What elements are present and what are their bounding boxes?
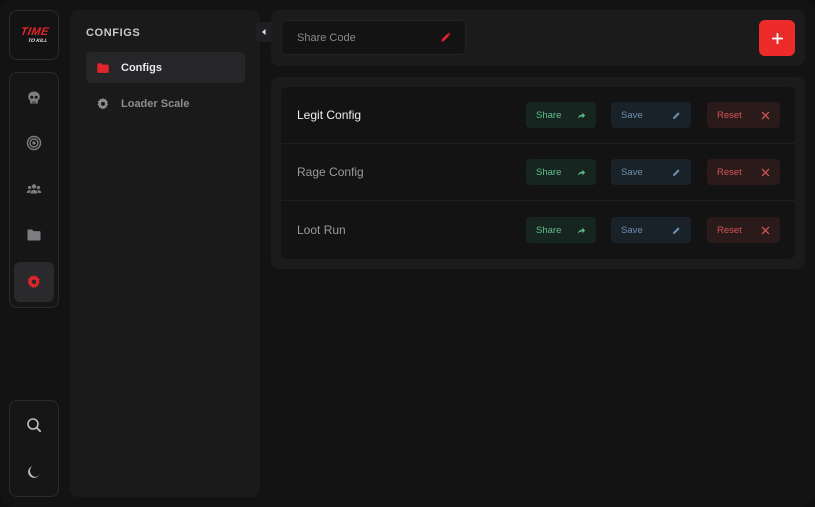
share-code-input[interactable]: Share Code (281, 20, 466, 55)
configs-list: Legit Config Share Save Reset Rage Confi… (281, 87, 795, 259)
rail-target-button[interactable] (14, 123, 54, 163)
save-button[interactable]: Save (611, 217, 691, 243)
share-icon (577, 168, 586, 177)
rail-search-button[interactable] (14, 405, 54, 445)
rail-theme-button[interactable] (14, 452, 54, 492)
pencil-icon (672, 226, 681, 235)
icon-rail-bottom (9, 400, 59, 497)
add-config-button[interactable] (759, 20, 795, 56)
share-button[interactable]: Share (526, 217, 596, 243)
share-label: Share (536, 109, 562, 121)
rail-folder-button[interactable] (14, 215, 54, 255)
reset-button[interactable]: Reset (707, 159, 780, 185)
skull-icon (28, 91, 40, 104)
folder-icon (27, 229, 41, 241)
save-label: Save (621, 166, 643, 178)
config-name: Loot Run (297, 223, 346, 237)
plus-icon (771, 32, 783, 44)
config-name: Legit Config (297, 108, 362, 122)
share-button[interactable]: Share (526, 159, 596, 185)
share-code-placeholder: Share Code (297, 31, 356, 44)
moon-icon (28, 466, 40, 478)
save-label: Save (621, 224, 643, 236)
sidebar-title: CONFIGS (86, 27, 141, 39)
logo-sub-text: TO KILL (27, 37, 48, 44)
chevron-left-icon (262, 29, 266, 35)
sidebar-item-loader-scale[interactable]: Loader Scale (86, 88, 245, 119)
pencil-icon (672, 168, 681, 177)
config-row: Legit Config Share Save Reset (281, 87, 795, 144)
target-icon (26, 135, 42, 151)
sidebar-item-label: Loader Scale (121, 97, 190, 110)
share-icon (577, 111, 586, 120)
gear-icon (27, 275, 40, 289)
configs-panel: Legit Config Share Save Reset Rage Confi… (271, 77, 805, 269)
logo: TIME TO KILL (9, 10, 59, 60)
configs-sidebar: CONFIGS Configs Loader Scale (70, 10, 260, 497)
close-icon (761, 168, 770, 177)
rail-settings-button[interactable] (14, 262, 54, 302)
reset-label: Reset (717, 224, 742, 236)
search-icon (27, 418, 42, 433)
reset-button[interactable]: Reset (707, 102, 780, 128)
share-label: Share (536, 224, 562, 236)
share-label: Share (536, 166, 562, 178)
icon-rail-top (9, 72, 59, 308)
rail-users-button[interactable] (14, 169, 54, 209)
reset-button[interactable]: Reset (707, 217, 780, 243)
rail-skull-button[interactable] (14, 78, 54, 118)
pencil-icon (439, 32, 451, 44)
gear-icon (96, 97, 110, 111)
config-row: Loot Run Share Save Reset (281, 202, 795, 259)
sidebar-item-label: Configs (121, 61, 162, 74)
top-bar: Share Code (271, 10, 805, 66)
users-icon (26, 184, 42, 194)
reset-label: Reset (717, 109, 742, 121)
logo-main-text: TIME (19, 25, 50, 38)
folder-icon (96, 61, 110, 75)
config-name: Rage Config (297, 165, 364, 179)
app-window: TIME TO KILL CONFIGS Configs Loader Scal… (0, 0, 815, 507)
reset-label: Reset (717, 166, 742, 178)
config-row: Rage Config Share Save Reset (281, 144, 795, 201)
save-button[interactable]: Save (611, 159, 691, 185)
share-icon (577, 226, 586, 235)
save-label: Save (621, 109, 643, 121)
close-icon (761, 226, 770, 235)
collapse-sidebar-button[interactable] (256, 22, 272, 42)
close-icon (761, 111, 770, 120)
save-button[interactable]: Save (611, 102, 691, 128)
pencil-icon (672, 111, 681, 120)
sidebar-item-configs[interactable]: Configs (86, 52, 245, 83)
share-button[interactable]: Share (526, 102, 596, 128)
